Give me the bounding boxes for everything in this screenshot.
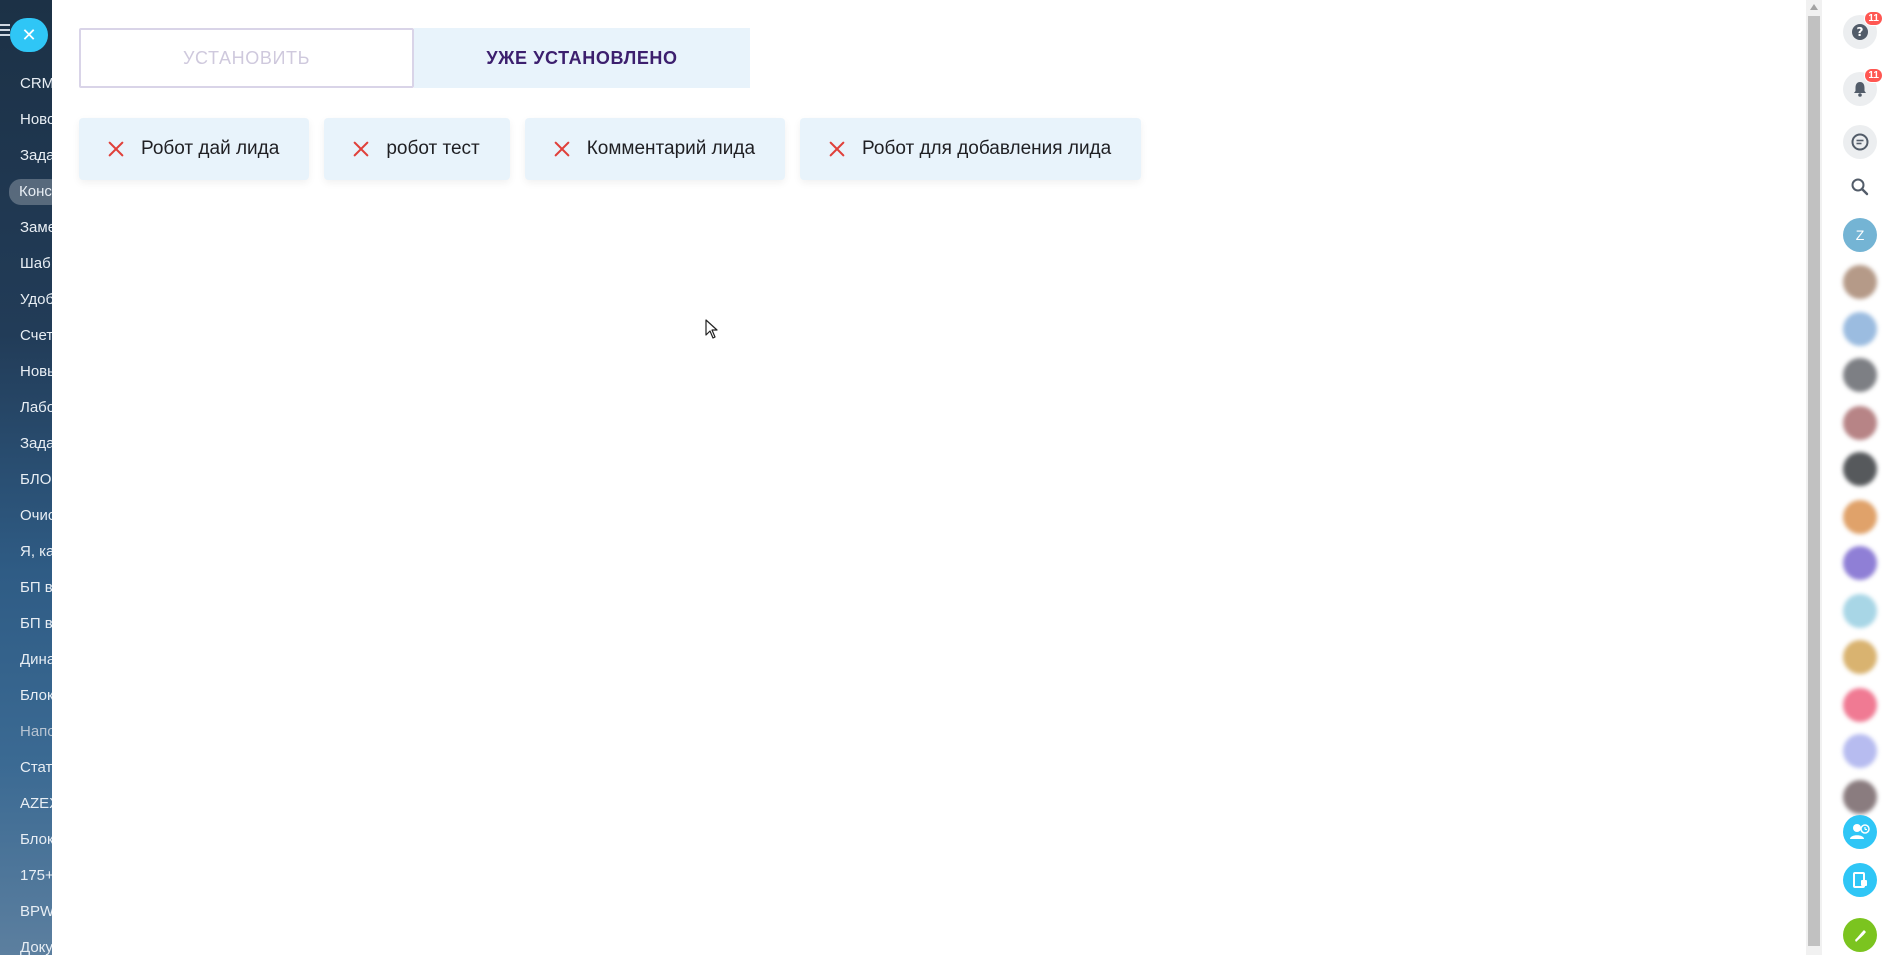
sidebar-item[interactable]: Блок [20, 686, 52, 706]
sidebar-item[interactable]: Заме [20, 218, 52, 238]
right-rail: ? 11 11 Z [1822, 0, 1904, 955]
user-initial: Z [1855, 227, 1865, 243]
mouse-cursor-icon [705, 319, 718, 339]
contact-avatar[interactable] [1843, 594, 1877, 628]
contact-avatar[interactable] [1843, 406, 1877, 440]
document-icon [1853, 872, 1867, 888]
search-button[interactable] [1843, 170, 1877, 204]
sidebar-item[interactable]: CRM [20, 74, 52, 94]
robot-chip-label: Комментарий лида [586, 138, 756, 159]
tab-already-installed[interactable]: УЖЕ УСТАНОВЛЕНО [414, 28, 750, 88]
sidebar-item[interactable]: Блок [20, 830, 52, 850]
robot-chip[interactable]: робот тест [324, 118, 510, 180]
sidebar-item[interactable]: Новы [20, 362, 52, 382]
sidebar-item[interactable]: Дина [20, 650, 52, 670]
help-icon: ? [1852, 24, 1868, 40]
left-sidebar: ✕ CRM Ново Зада Конс Заме Шаб Удоб Счет Новы Лабо… [0, 0, 52, 955]
close-icon: ✕ [21, 24, 37, 46]
sidebar-item[interactable]: Счет [20, 326, 52, 346]
sidebar-item[interactable]: Напо [20, 722, 52, 742]
remove-icon[interactable] [352, 140, 370, 158]
sidebar-item[interactable]: БП в [20, 614, 52, 634]
sidebar-item[interactable]: БП в [20, 578, 52, 598]
contact-avatar[interactable] [1843, 688, 1877, 722]
contact-avatar[interactable] [1843, 312, 1877, 346]
menu-icon[interactable] [0, 24, 10, 36]
robot-chip[interactable]: Робот дай лида [79, 118, 310, 180]
notifications-badge: 11 [1864, 68, 1883, 83]
contact-avatar[interactable] [1843, 265, 1877, 299]
phone-button[interactable] [1843, 918, 1877, 952]
contact-avatar[interactable] [1843, 452, 1877, 486]
phone-icon [1855, 930, 1866, 942]
scroll-up-arrow-icon[interactable] [1810, 4, 1818, 10]
sidebar-item[interactable]: Зада [20, 146, 52, 166]
user-avatar[interactable]: Z [1843, 218, 1877, 252]
slider-panel: УСТАНОВИТЬ УЖЕ УСТАНОВЛЕНО Робот дай лид… [52, 0, 1806, 955]
sidebar-item[interactable]: Ново [20, 110, 52, 130]
sidebar-item[interactable]: Конс [9, 179, 52, 205]
remove-icon[interactable] [828, 140, 846, 158]
installed-robots-list: Робот дай лида робот тест Комментарий ли… [79, 118, 1142, 180]
contact-avatar[interactable] [1843, 546, 1877, 580]
tab-bar: УСТАНОВИТЬ УЖЕ УСТАНОВЛЕНО [79, 28, 750, 88]
sidebar-item[interactable]: AZEX [20, 794, 52, 814]
sidebar-item[interactable]: Очис [20, 506, 52, 526]
sidebar-item[interactable]: Лабо [20, 398, 52, 418]
robot-chip[interactable]: Комментарий лида [524, 118, 786, 180]
chat-icon [1851, 133, 1869, 151]
sidebar-item[interactable]: Зада [20, 434, 52, 454]
robot-chip-label: Робот дай лида [141, 138, 280, 159]
sidebar-item[interactable]: 175+ [20, 866, 52, 886]
bell-icon [1854, 82, 1866, 97]
sidebar-item[interactable]: Я, ка [20, 542, 52, 562]
scrollbar[interactable] [1806, 0, 1822, 955]
user-clock-icon [1850, 824, 1870, 839]
documents-button[interactable] [1843, 863, 1877, 897]
search-icon [1851, 178, 1869, 196]
chat-button[interactable] [1843, 125, 1877, 159]
sidebar-item[interactable]: Удоб [20, 290, 52, 310]
help-badge: 11 [1864, 11, 1883, 26]
sidebar-item[interactable]: БЛО [20, 470, 51, 490]
contact-avatar[interactable] [1843, 640, 1877, 674]
remove-icon[interactable] [553, 140, 571, 158]
sidebar-item[interactable]: BPW [20, 902, 52, 922]
tab-install[interactable]: УСТАНОВИТЬ [79, 28, 414, 88]
contact-avatar[interactable] [1843, 780, 1877, 814]
robot-chip[interactable]: Робот для добавления лида [800, 118, 1142, 180]
robot-chip-label: Робот для добавления лида [862, 138, 1112, 159]
help-button[interactable]: ? 11 [1843, 11, 1883, 49]
notifications-button[interactable]: 11 [1843, 68, 1883, 106]
contact-avatar[interactable] [1843, 500, 1877, 534]
sidebar-item[interactable]: Стат [20, 758, 52, 778]
robot-chip-label: робот тест [386, 138, 480, 159]
contact-avatar[interactable] [1843, 358, 1877, 392]
svg-text:?: ? [1857, 25, 1864, 39]
remove-icon[interactable] [107, 140, 125, 158]
contact-avatar[interactable] [1843, 734, 1877, 768]
sidebar-item[interactable]: Доку [20, 938, 52, 955]
sidebar-item[interactable]: Шаб [20, 254, 51, 274]
scrollbar-thumb[interactable] [1808, 16, 1820, 946]
add-user-button[interactable] [1843, 815, 1877, 849]
close-slider-button[interactable]: ✕ [10, 18, 48, 52]
